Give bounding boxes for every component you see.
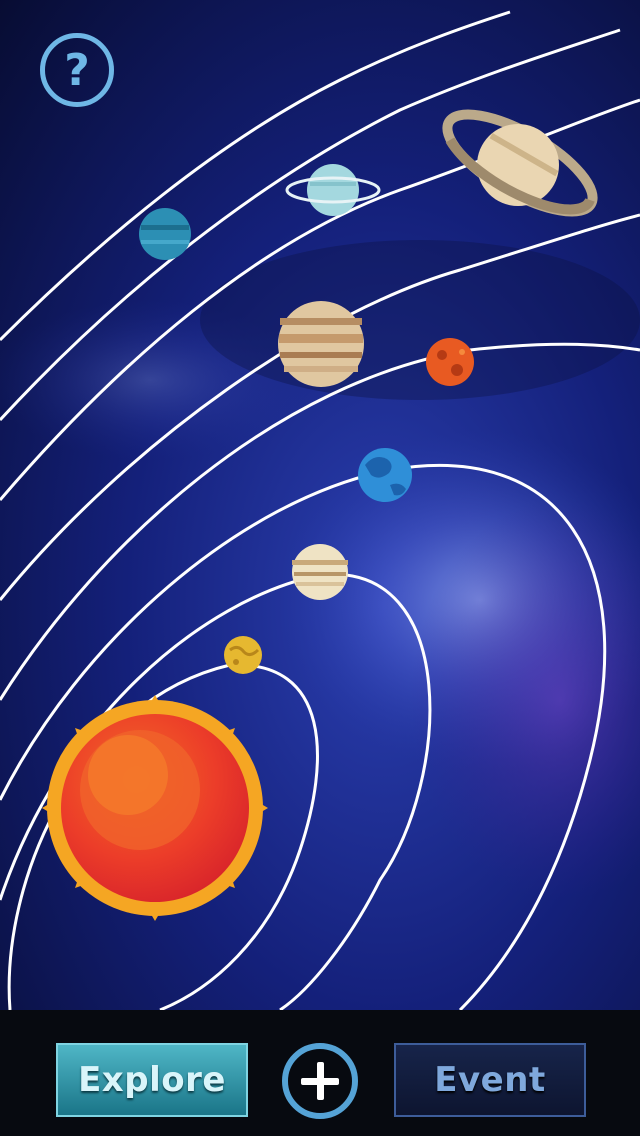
- mars-icon[interactable]: [426, 338, 474, 386]
- bottom-bar: Explore Event: [0, 1010, 640, 1136]
- jupiter-icon[interactable]: [278, 301, 364, 387]
- explore-button[interactable]: Explore: [56, 1043, 248, 1117]
- help-button-label: ?: [64, 44, 90, 96]
- add-button[interactable]: [282, 1043, 358, 1119]
- space-background: [0, 0, 640, 1010]
- sun-icon[interactable]: [42, 695, 268, 921]
- earth-icon[interactable]: [358, 448, 412, 502]
- venus-icon[interactable]: [292, 544, 348, 600]
- event-button[interactable]: Event: [394, 1043, 586, 1117]
- solar-system-scene: ?: [0, 0, 640, 1010]
- explore-button-label: Explore: [78, 1060, 226, 1100]
- event-button-label: Event: [434, 1060, 546, 1100]
- help-button[interactable]: ?: [40, 33, 114, 107]
- mercury-icon[interactable]: [224, 636, 262, 674]
- neptune-icon[interactable]: [139, 208, 191, 260]
